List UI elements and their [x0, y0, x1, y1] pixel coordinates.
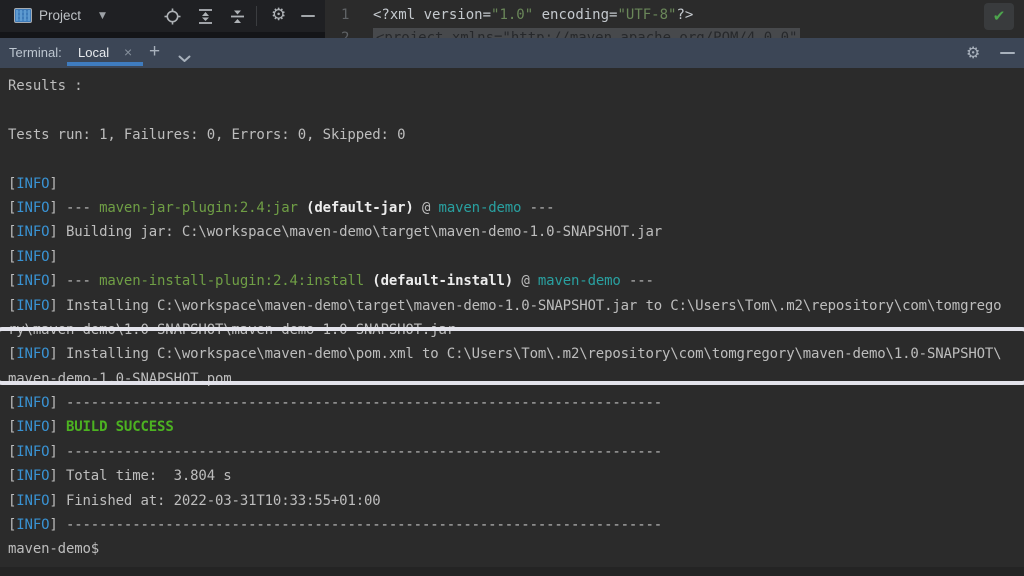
text-segment: ] ---: [49, 273, 99, 289]
settings-gear-icon[interactable]: ⚙: [966, 38, 980, 68]
terminal-line: [INFO] Total time: 3.804 s: [8, 464, 1024, 488]
hide-panel-icon[interactable]: [301, 15, 315, 17]
text-segment: <?xml version=: [373, 7, 491, 23]
text-segment: @: [513, 273, 538, 289]
text-segment: Results :: [8, 78, 83, 94]
terminal-line: maven-demo-1.0-SNAPSHOT.pom: [8, 367, 1024, 391]
settings-gear-icon[interactable]: ⚙: [271, 0, 286, 32]
terminal-line: Tests run: 1, Failures: 0, Errors: 0, Sk…: [8, 123, 1024, 147]
dropdown-chevron-icon[interactable]: ▼: [99, 0, 106, 32]
text-segment: ] Installing C:\workspace\maven-demo\tar…: [49, 298, 1001, 314]
text-segment: INFO: [16, 298, 49, 314]
bottom-edge-band: [0, 567, 1024, 576]
text-segment: maven-demo-1.0-SNAPSHOT.pom: [8, 371, 232, 387]
expand-all-icon[interactable]: [197, 8, 214, 25]
terminal-line: maven-demo$: [8, 537, 1024, 561]
terminal-line: [INFO]: [8, 245, 1024, 269]
terminal-line: ry\maven-demo\1.0-SNAPSHOT\maven-demo-1.…: [8, 318, 1024, 342]
text-segment: ---: [521, 200, 554, 216]
text-segment: ] Building jar: C:\workspace\maven-demo\…: [49, 224, 662, 240]
project-panel-title: Project: [39, 0, 81, 32]
text-segment: ]: [49, 419, 66, 435]
toolbar-separator: [256, 6, 257, 26]
text-segment: INFO: [16, 224, 49, 240]
text-segment: INFO: [16, 419, 49, 435]
terminal-line: Results :: [8, 74, 1024, 98]
text-segment: Tests run: 1, Failures: 0, Errors: 0, Sk…: [8, 127, 405, 143]
text-segment: maven-demo: [439, 200, 522, 216]
terminal-line: [INFO] ---------------------------------…: [8, 513, 1024, 537]
editor-line-1: <?xml version="1.0" encoding="UTF-8"?>: [373, 4, 693, 26]
new-tab-icon[interactable]: +: [149, 38, 160, 68]
terminal-line: [8, 147, 1024, 171]
text-segment: maven-demo: [538, 273, 621, 289]
terminal-label: Terminal:: [9, 38, 62, 68]
text-segment: INFO: [16, 273, 49, 289]
text-segment: (default-jar): [306, 200, 414, 216]
text-segment: INFO: [16, 346, 49, 362]
text-segment: ] --------------------------------------…: [49, 517, 662, 533]
text-segment: (default-install): [372, 273, 513, 289]
text-segment: INFO: [16, 468, 49, 484]
terminal-line: [INFO] Finished at: 2022-03-31T10:33:55+…: [8, 489, 1024, 513]
text-segment: INFO: [16, 517, 49, 533]
text-segment: ry\maven-demo\1.0-SNAPSHOT\maven-demo-1.…: [8, 322, 455, 338]
terminal-line: [INFO] --- maven-install-plugin:2.4:inst…: [8, 269, 1024, 293]
text-segment: INFO: [16, 493, 49, 509]
text-segment: encoding=: [533, 7, 617, 23]
text-segment: "1.0": [491, 7, 533, 23]
text-segment: ?>: [676, 7, 693, 23]
text-segment: BUILD SUCCESS: [66, 419, 174, 435]
terminal-line: [INFO] Installing C:\workspace\maven-dem…: [8, 342, 1024, 366]
text-segment: INFO: [16, 249, 49, 265]
line-number: 1: [341, 4, 349, 26]
terminal-line: [INFO] BUILD SUCCESS: [8, 415, 1024, 439]
inspection-check-icon[interactable]: ✔: [984, 3, 1014, 30]
terminal-line: [INFO] Building jar: C:\workspace\maven-…: [8, 220, 1024, 244]
text-segment: ] Total time: 3.804 s: [49, 468, 231, 484]
text-segment: ] --------------------------------------…: [49, 444, 662, 460]
terminal-output[interactable]: Results : Tests run: 1, Failures: 0, Erro…: [0, 68, 1024, 576]
terminal-line: [INFO] --- maven-jar-plugin:2.4:jar (def…: [8, 196, 1024, 220]
text-segment: INFO: [16, 176, 49, 192]
editor-line-2-clipped: <project xmlns="http://maven.apache.org/…: [373, 28, 800, 38]
text-segment: ]: [49, 249, 57, 265]
close-tab-icon[interactable]: ×: [124, 38, 132, 68]
text-segment: maven-jar-plugin:2.4:jar: [99, 200, 298, 216]
text-segment: INFO: [16, 444, 49, 460]
text-segment: [298, 200, 306, 216]
minimize-icon[interactable]: [1000, 52, 1015, 54]
text-segment: ---: [621, 273, 654, 289]
terminal-line: [INFO] Installing C:\workspace\maven-dem…: [8, 294, 1024, 318]
locate-file-icon[interactable]: [164, 8, 181, 25]
terminal-line: [INFO]: [8, 172, 1024, 196]
text-segment: maven-install-plugin:2.4:install: [99, 273, 364, 289]
terminal-panel-header: Terminal: Local × + ⚙: [0, 38, 1024, 68]
text-segment: ] Finished at: 2022-03-31T10:33:55+01:00: [49, 493, 380, 509]
terminal-line: [INFO] ---------------------------------…: [8, 440, 1024, 464]
tabs-dropdown-icon[interactable]: [178, 50, 191, 58]
collapse-all-icon[interactable]: [229, 8, 246, 25]
editor-code-area[interactable]: 1 <?xml version="1.0" encoding="UTF-8"?>…: [325, 0, 1024, 38]
text-segment: ] --------------------------------------…: [49, 395, 662, 411]
text-segment: ] Installing C:\workspace\maven-demo\pom…: [49, 346, 1001, 362]
project-window-icon: [14, 8, 32, 23]
text-segment: INFO: [16, 395, 49, 411]
text-segment: INFO: [16, 200, 49, 216]
text-segment: ]: [49, 176, 57, 192]
terminal-line: [INFO] ---------------------------------…: [8, 391, 1024, 415]
text-segment: maven-demo$: [8, 541, 99, 557]
project-panel-header: Project ▼ ⚙: [0, 0, 325, 32]
text-segment: "UTF-8": [617, 7, 676, 23]
text-segment: ] ---: [49, 200, 99, 216]
text-segment: @: [414, 200, 439, 216]
line-number: 2: [341, 28, 349, 38]
terminal-line: [8, 98, 1024, 122]
